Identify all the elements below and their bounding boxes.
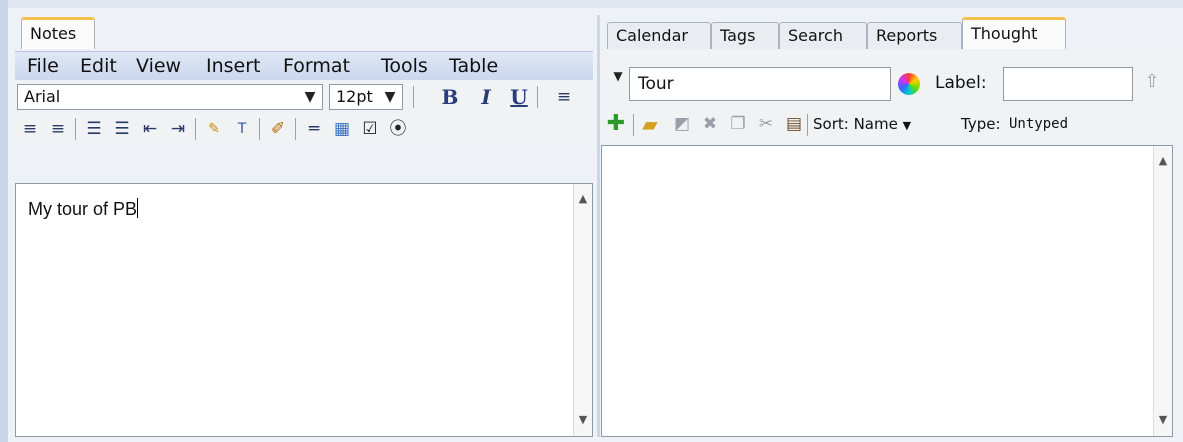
- menu-view[interactable]: View: [136, 54, 181, 78]
- pane-splitter[interactable]: [597, 15, 600, 437]
- editor-scrollbar[interactable]: ▲ ▼: [573, 184, 592, 436]
- format-toolbar-2: ≡ ≡ ☰ ☰ ⇤ ⇥ ✎ T ✐ ═ ▦ ☑ ⦿: [15, 113, 593, 145]
- toolbar-separator: [75, 118, 76, 140]
- toolbar-separator: [633, 114, 634, 136]
- paste-icon[interactable]: ▤: [783, 113, 805, 135]
- color-wheel-icon[interactable]: [898, 73, 920, 95]
- label-input[interactable]: [1003, 67, 1133, 101]
- spellcheck-icon[interactable]: ✎: [203, 118, 225, 140]
- thought-toolbar: ✚ ▰ ◩ ✖ ❐ ✂ ▤ Sort: Name ▼ Type: Untyped: [601, 109, 1173, 141]
- dropdown-arrow-icon[interactable]: ▼: [607, 65, 629, 87]
- horizontal-rule-icon[interactable]: ═: [303, 118, 325, 140]
- thought-name-value: Tour: [638, 74, 674, 94]
- dropdown-arrow-icon: ▼: [304, 89, 316, 105]
- toolbar-separator: [537, 86, 538, 108]
- note-text-content: My tour of PB: [28, 199, 138, 219]
- menu-insert[interactable]: Insert: [206, 54, 261, 78]
- thought-tree-view[interactable]: ▲ ▼: [601, 145, 1173, 437]
- align-center-icon[interactable]: ≡: [19, 118, 41, 140]
- menu-tools[interactable]: Tools: [381, 54, 428, 78]
- text-color-icon[interactable]: T: [231, 118, 253, 140]
- sort-label: Sort: Name: [813, 115, 898, 133]
- text-caret: [137, 198, 139, 218]
- tab-reports-label: Reports: [876, 26, 938, 45]
- toolbar-separator: [295, 118, 296, 140]
- numbered-list-icon[interactable]: ☰: [111, 118, 133, 140]
- toolbar-separator: [807, 114, 808, 136]
- type-caption: Type:: [961, 115, 1001, 133]
- thought-pane: Calendar Tags Search Reports Thought ▼ T…: [601, 15, 1176, 437]
- sort-menu[interactable]: Sort: Name ▼: [813, 115, 911, 133]
- cut-icon[interactable]: ✂: [755, 113, 777, 135]
- menu-format[interactable]: Format: [283, 54, 350, 78]
- tree-scrollbar[interactable]: ▲ ▼: [1153, 146, 1172, 436]
- thought-header: ▼ Tour Label: ⇧: [601, 51, 1173, 103]
- window-left-edge: [0, 0, 8, 442]
- tab-search[interactable]: Search: [779, 22, 867, 49]
- underline-button[interactable]: U: [508, 86, 530, 108]
- menu-edit[interactable]: Edit: [80, 54, 117, 78]
- format-toolbar-1: Arial ▼ 12pt ▼ B I U ≡: [15, 81, 593, 113]
- scroll-up-icon[interactable]: ▲: [1157, 154, 1169, 167]
- font-size-value: 12pt: [336, 87, 373, 106]
- note-editor[interactable]: My tour of PB ▲ ▼: [15, 183, 593, 437]
- menu-bar: File Edit View Insert Format Tools Table: [15, 51, 593, 80]
- menu-table[interactable]: Table: [449, 54, 498, 78]
- radio-icon[interactable]: ⦿: [387, 118, 409, 140]
- dropdown-arrow-icon: ▼: [384, 89, 396, 105]
- align-left-icon[interactable]: ≡: [553, 86, 575, 108]
- menu-file[interactable]: File: [27, 54, 59, 78]
- checkbox-icon[interactable]: ☑: [359, 118, 381, 140]
- toolbar-separator: [195, 118, 196, 140]
- table-icon[interactable]: ▦: [331, 118, 353, 140]
- font-family-value: Arial: [24, 87, 61, 106]
- toolbar-separator: [413, 86, 414, 108]
- tab-notes-label: Notes: [30, 24, 77, 43]
- dropdown-arrow-icon: ▼: [902, 119, 912, 132]
- thought-name-input[interactable]: Tour: [629, 67, 891, 101]
- tab-reports[interactable]: Reports: [867, 22, 962, 49]
- tab-calendar[interactable]: Calendar: [607, 22, 711, 49]
- add-child-icon[interactable]: ✚: [605, 113, 627, 135]
- note-editor-text[interactable]: My tour of PB: [28, 198, 139, 220]
- align-justify-icon[interactable]: ≡: [47, 118, 69, 140]
- label-caption: Label:: [935, 73, 987, 93]
- toolbar-separator: [259, 118, 260, 140]
- bullet-list-icon[interactable]: ☰: [83, 118, 105, 140]
- tab-thought-label: Thought: [971, 24, 1038, 43]
- tab-tags-label: Tags: [720, 26, 756, 45]
- go-up-icon[interactable]: ⇧: [1141, 71, 1163, 93]
- window-top-edge: [0, 0, 1183, 8]
- tab-thought[interactable]: Thought: [962, 17, 1066, 49]
- open-folder-icon[interactable]: ▰: [639, 113, 661, 135]
- font-family-select[interactable]: Arial ▼: [17, 84, 323, 110]
- font-size-select[interactable]: 12pt ▼: [329, 84, 403, 110]
- outdent-icon[interactable]: ⇤: [139, 118, 161, 140]
- highlighter-icon[interactable]: ✐: [267, 118, 289, 140]
- tab-notes[interactable]: Notes: [21, 17, 95, 49]
- scroll-down-icon[interactable]: ▼: [577, 413, 589, 426]
- italic-button[interactable]: I: [475, 86, 497, 108]
- scroll-down-icon[interactable]: ▼: [1157, 413, 1169, 426]
- copy-icon[interactable]: ❐: [727, 113, 749, 135]
- delete-icon[interactable]: ✖: [699, 113, 721, 135]
- tab-tags[interactable]: Tags: [711, 22, 779, 49]
- bold-button[interactable]: B: [439, 86, 461, 108]
- type-value[interactable]: Untyped: [1009, 116, 1068, 132]
- tab-search-label: Search: [788, 26, 843, 45]
- scroll-up-icon[interactable]: ▲: [577, 192, 589, 205]
- indent-icon[interactable]: ⇥: [167, 118, 189, 140]
- move-icon[interactable]: ◩: [671, 113, 693, 135]
- tab-calendar-label: Calendar: [616, 26, 688, 45]
- notes-pane: Notes File Edit View Insert Format Tools…: [15, 15, 595, 437]
